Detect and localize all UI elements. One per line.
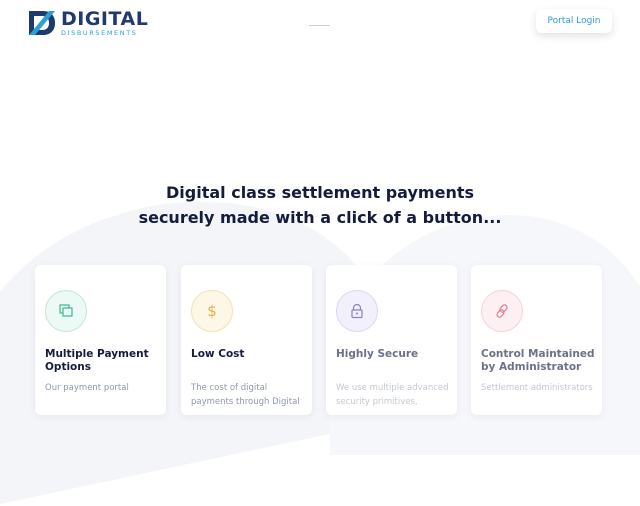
hero-headline: Digital class settlement payments secure… [0, 180, 640, 230]
feature-title: Multiple Payment Options [45, 348, 149, 373]
feature-card-low-cost: $ Low Cost The cost of digital payments … [181, 265, 312, 415]
lock-icon [336, 290, 378, 332]
feature-cards: Multiple Payment Options Our payment por… [35, 265, 635, 415]
feature-text: The cost of digital payments through Dig… [191, 383, 300, 407]
feature-card-highly-secure: Highly Secure We use multiple advanced s… [326, 265, 457, 415]
dollar-icon: $ [191, 290, 233, 332]
feature-card-multiple-payment: Multiple Payment Options Our payment por… [35, 265, 166, 415]
site-header: DIGITAL DISBURSEMENTS Portal Login [0, 0, 640, 50]
portal-login-button[interactable]: Portal Login [536, 9, 612, 33]
feature-title: Low Cost [191, 348, 245, 360]
logo-subtitle: DISBURSEMENTS [61, 28, 138, 37]
hero-line-2: securely made with a click of a button..… [138, 208, 502, 227]
feature-text: Our payment portal [45, 383, 129, 393]
logo[interactable]: DIGITAL DISBURSEMENTS [27, 8, 148, 38]
feature-card-control-admin: Control Maintained by Administrator Sett… [471, 265, 602, 415]
feature-title: Highly Secure [336, 348, 419, 360]
payment-options-icon [45, 290, 87, 332]
logo-title: DIGITAL [61, 7, 149, 30]
feature-text: We use multiple advanced security primit… [336, 383, 449, 407]
feature-title: Control Maintained by Administrator [481, 348, 595, 373]
hero-line-1: Digital class settlement payments [166, 183, 474, 202]
feature-text: Settlement administrators [481, 383, 593, 393]
nav-divider [309, 25, 330, 26]
link-icon [481, 290, 523, 332]
logo-mark-icon [29, 11, 55, 35]
